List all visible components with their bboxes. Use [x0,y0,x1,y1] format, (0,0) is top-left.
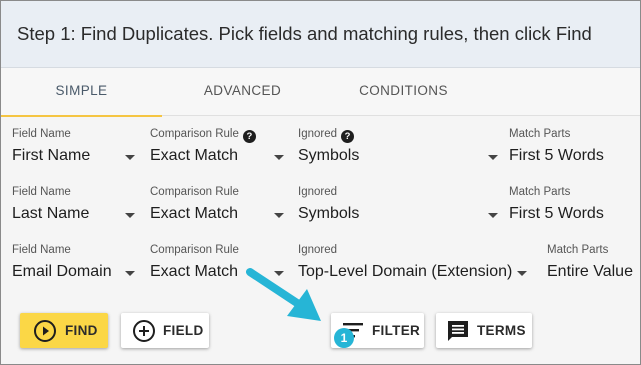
chevron-down-icon [488,155,498,160]
filter-count-badge: 1 [334,328,354,348]
help-icon[interactable]: ? [242,130,256,143]
field-name-label: Field Name [12,244,71,256]
field-name-select[interactable]: Field Name Email Domain [12,232,137,290]
chevron-down-icon [125,155,135,160]
field-name-label: Field Name [12,128,71,140]
comparison-rule-value: Exact Match [150,263,239,280]
arrow-icon [246,268,321,321]
match-parts-select[interactable]: Match Parts First 5 Words [509,116,640,174]
step-header: Step 1: Find Duplicates. Pick fields and… [1,1,640,68]
ignored-value: Symbols [298,205,360,222]
chevron-down-icon [488,213,498,218]
comment-icon [448,321,468,341]
match-parts-label: Match Parts [509,128,571,140]
rule-tabs: SIMPLE ADVANCED CONDITIONS [1,68,640,117]
match-parts-label: Match Parts [547,244,609,256]
field-name-select[interactable]: Field Name Last Name [12,174,137,232]
comparison-rule-value: Exact Match [150,205,239,222]
find-button-label: FIND [65,323,98,338]
ignored-select[interactable]: Ignored Top-Level Domain (Extension) [298,232,535,290]
comparison-rule-label: Comparison Rule [150,244,239,256]
match-parts-select[interactable]: Match Parts First 5 Words [509,174,640,232]
tab-advanced[interactable]: ADVANCED [162,68,323,116]
field-button-label: FIELD [163,323,204,338]
field-name-value: Last Name [12,205,90,222]
tab-conditions[interactable]: CONDITIONS [323,68,484,116]
filter-button-label: FILTER [372,323,421,338]
rule-row: Field Name Last Name Comparison Rule Exa… [1,174,640,232]
field-name-select[interactable]: Field Name First Name [12,116,137,174]
chevron-down-icon [517,271,527,276]
step-title: Step 1: Find Duplicates. Pick fields and… [17,23,592,44]
match-parts-value: Entire Value [547,263,633,280]
chevron-down-icon [125,271,135,276]
comparison-rule-select[interactable]: Comparison Rule Exact Match [150,174,286,232]
find-button[interactable]: FIND [20,313,108,348]
match-parts-value: First 5 Words [509,147,604,164]
comparison-rule-value: Exact Match [150,147,239,164]
terms-button-label: TERMS [477,323,526,338]
field-name-label: Field Name [12,186,71,198]
match-parts-value: First 5 Words [509,205,604,222]
help-icon[interactable]: ? [341,130,355,143]
terms-button[interactable]: TERMS [436,313,532,348]
field-name-value: First Name [12,147,91,164]
add-field-button[interactable]: FIELD [121,313,209,348]
ignored-label: Ignored? [298,128,355,143]
ignored-select[interactable]: Ignored Symbols [298,174,498,232]
match-parts-select[interactable]: Match Parts Entire Value [547,232,640,290]
add-circle-icon [133,320,155,342]
ignored-label: Ignored [298,186,338,198]
ignored-select[interactable]: Ignored? Symbols [298,116,498,174]
duplicate-finder-panel: Step 1: Find Duplicates. Pick fields and… [0,0,641,365]
field-name-value: Email Domain [12,263,112,280]
comparison-rule-label: Comparison Rule [150,186,239,198]
play-circle-icon [34,320,56,342]
match-parts-label: Match Parts [509,186,571,198]
comparison-rule-select[interactable]: Comparison Rule? Exact Match [150,116,286,174]
chevron-down-icon [274,155,284,160]
ignored-value: Symbols [298,147,360,164]
tab-simple[interactable]: SIMPLE [1,68,162,117]
chevron-down-icon [125,213,135,218]
chevron-down-icon [274,213,284,218]
rule-row: Field Name First Name Comparison Rule? E… [1,116,640,174]
ignored-label: Ignored [298,244,338,256]
comparison-rule-label: Comparison Rule? [150,128,256,143]
